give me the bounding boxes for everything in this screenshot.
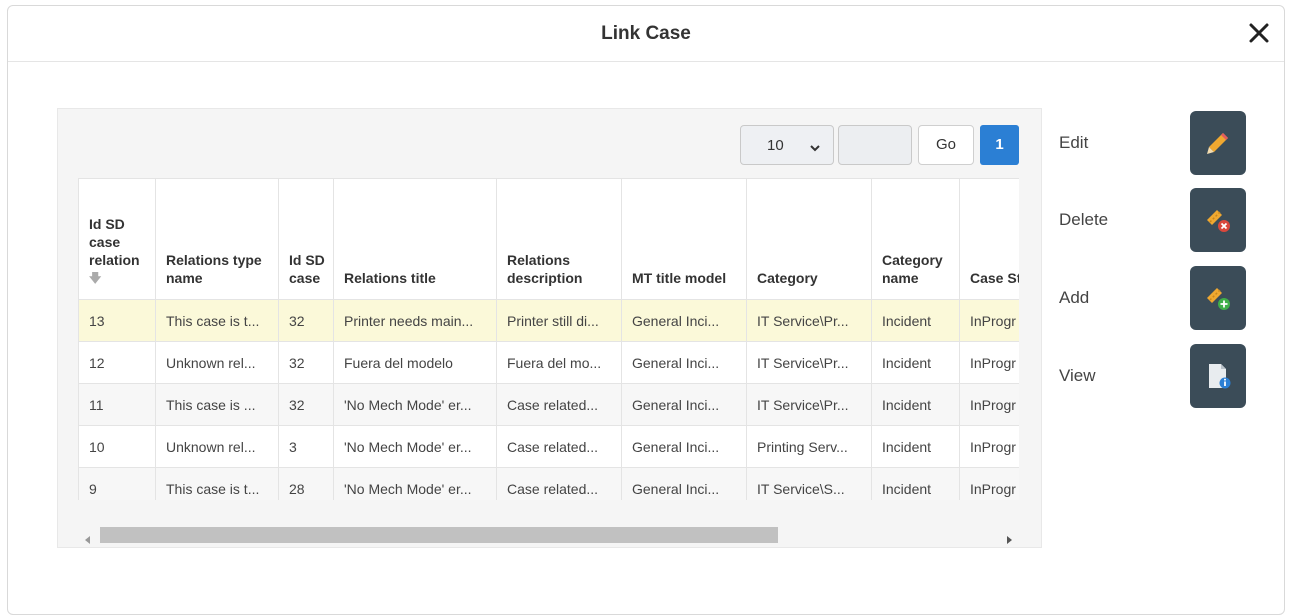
table-cell: 9	[78, 467, 156, 500]
dialog-header: Link Case	[8, 6, 1284, 62]
table-row[interactable]: 11 This case is ... 32 'No Mech Mode' er…	[78, 383, 1019, 426]
close-icon[interactable]	[1248, 22, 1270, 44]
table-cell: General Inci...	[621, 341, 747, 384]
table-cell: 28	[278, 467, 334, 500]
table-row[interactable]: 10 Unknown rel... 3 'No Mech Mode' er...…	[78, 425, 1019, 468]
table-cell: 'No Mech Mode' er...	[333, 467, 497, 500]
table-cell: Unknown rel...	[155, 341, 279, 384]
go-button[interactable]: Go	[918, 125, 974, 165]
table-cell: General Inci...	[621, 383, 747, 426]
table-cell: Incident	[871, 341, 960, 384]
table-cell: 'No Mech Mode' er...	[333, 383, 497, 426]
table-cell: Incident	[871, 467, 960, 500]
sort-down-icon[interactable]: 🡇	[89, 269, 147, 287]
table-cell: Fuera del modelo	[333, 341, 497, 384]
table-cell: Incident	[871, 425, 960, 468]
view-label: View	[1059, 366, 1096, 385]
horizontal-scrollbar[interactable]	[78, 526, 1019, 545]
table-cell: Case related...	[496, 425, 622, 468]
table-cell: 32	[278, 299, 334, 342]
table-cell: This case is t...	[155, 467, 279, 500]
table-cell: 3	[278, 425, 334, 468]
table-cell: InProgr	[959, 467, 1019, 500]
chevron-down-icon	[809, 140, 821, 158]
column-header[interactable]: Relations type name	[155, 178, 279, 300]
column-header-label: MT title model	[632, 270, 727, 286]
table-cell: General Inci...	[621, 425, 747, 468]
table-cell: InProgr	[959, 341, 1019, 384]
column-header-label: Id SD case	[289, 252, 325, 286]
view-button[interactable]	[1190, 344, 1246, 408]
column-header-label: Id SD case relation	[89, 216, 140, 268]
column-header-label: Category	[757, 270, 818, 286]
table-cell: Case related...	[496, 467, 622, 500]
table-cell: IT Service\Pr...	[746, 299, 872, 342]
table-row[interactable]: 13 This case is t... 32 Printer needs ma…	[78, 299, 1019, 342]
table-cell: IT Service\S...	[746, 467, 872, 500]
case-relations-table: Id SD case relation 🡇 Relations type nam…	[78, 178, 1019, 500]
table-cell: Unknown rel...	[155, 425, 279, 468]
table-cell: InProgr	[959, 425, 1019, 468]
column-header[interactable]: MT title model	[621, 178, 747, 300]
page-size-value: 10	[767, 137, 784, 154]
table-cell: General Inci...	[621, 299, 747, 342]
table-cell: InProgr	[959, 299, 1019, 342]
ticket-add-icon	[1207, 288, 1230, 310]
page-size-select[interactable]: 10	[740, 125, 834, 165]
edit-button[interactable]	[1190, 111, 1246, 175]
page-1-button[interactable]: 1	[980, 125, 1019, 165]
column-header-label: Relations type name	[166, 252, 262, 286]
table-cell: This case is t...	[155, 299, 279, 342]
table-cell: Case related...	[496, 383, 622, 426]
table-cell: Printing Serv...	[746, 425, 872, 468]
column-header[interactable]: Id SD case relation 🡇	[78, 178, 156, 300]
table-cell: 32	[278, 383, 334, 426]
table-cell: Printer still di...	[496, 299, 622, 342]
table-cell: Printer needs main...	[333, 299, 497, 342]
table-cell: 10	[78, 425, 156, 468]
table-cell: 13	[78, 299, 156, 342]
table-cell: Incident	[871, 299, 960, 342]
page-number-input[interactable]	[838, 125, 912, 165]
document-info-icon	[1209, 364, 1231, 389]
column-header[interactable]: Relations description	[496, 178, 622, 300]
table-cell: General Inci...	[621, 467, 747, 500]
table-cell: 11	[78, 383, 156, 426]
delete-button[interactable]	[1190, 188, 1246, 252]
dialog-title: Link Case	[601, 23, 691, 44]
column-header[interactable]: Category	[746, 178, 872, 300]
add-button[interactable]	[1190, 266, 1246, 330]
delete-label: Delete	[1059, 210, 1109, 229]
column-header-label: Relations title	[344, 270, 436, 286]
table-cell: Incident	[871, 383, 960, 426]
table-header-row: Id SD case relation 🡇 Relations type nam…	[78, 178, 1019, 300]
edit-label: Edit	[1059, 133, 1089, 152]
column-header[interactable]: Case Status	[959, 178, 1019, 300]
table-cell: Fuera del mo...	[496, 341, 622, 384]
table-row[interactable]: 9 This case is t... 28 'No Mech Mode' er…	[78, 467, 1019, 500]
table-cell: 12	[78, 341, 156, 384]
column-header-label: Relations description	[507, 252, 583, 286]
column-header[interactable]: Id SD case	[278, 178, 334, 300]
table-row[interactable]: 12 Unknown rel... 32 Fuera del modelo Fu…	[78, 341, 1019, 384]
scroll-right-icon[interactable]	[1006, 531, 1012, 549]
column-header-label: Case Status	[970, 270, 1019, 286]
ticket-delete-icon	[1207, 210, 1230, 232]
add-label: Add	[1059, 288, 1090, 307]
table-cell: 'No Mech Mode' er...	[333, 425, 497, 468]
table-cell: InProgr	[959, 383, 1019, 426]
column-header[interactable]: Relations title	[333, 178, 497, 300]
table-cell: 32	[278, 341, 334, 384]
table-cell: This case is ...	[155, 383, 279, 426]
column-header[interactable]: Category name	[871, 178, 960, 300]
table-cell: IT Service\Pr...	[746, 341, 872, 384]
column-header-label: Category name	[882, 252, 943, 286]
scroll-left-icon[interactable]	[85, 531, 91, 549]
table-cell: IT Service\Pr...	[746, 383, 872, 426]
pencil-icon	[1207, 133, 1228, 154]
scrollbar-thumb[interactable]	[100, 527, 778, 543]
